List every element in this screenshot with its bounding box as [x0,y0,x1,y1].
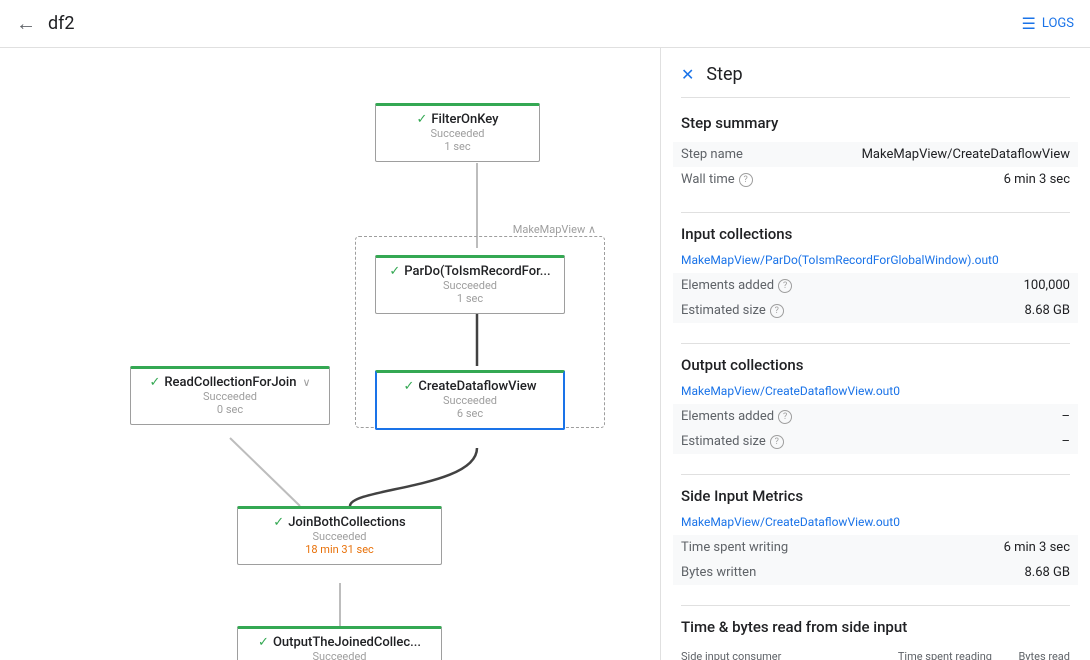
makemapview-label: MakeMapView ∧ [513,223,596,236]
check-icon-pardo: ✓ [389,264,400,279]
check-icon: ✓ [416,112,427,127]
output-collection-name: MakeMapView/CreateDataflowView.out0 [681,384,1070,398]
step-name-label: Step name [681,147,862,162]
input-collection-name: MakeMapView/ParDo(ToIsmRecordForGlobalWi… [681,253,1070,267]
bytes-written-label: Bytes written [681,565,1024,580]
time-spent-writing-row: Time spent writing 6 min 3 sec [673,535,1078,560]
step-name-row: Step name MakeMapView/CreateDataflowView [673,142,1078,167]
logs-button[interactable]: ☰ LOGS [1022,14,1074,33]
page-title: df2 [48,13,1022,34]
check-icon-read: ✓ [149,375,160,390]
out-estimated-size-label: Estimated size ? [681,434,1061,449]
step-summary-title: Step summary [681,114,1070,132]
side-input-table: Side input consumer Time spent reading B… [681,646,1070,660]
check-icon-create: ✓ [403,379,414,394]
input-collections-title: Input collections [681,225,1070,243]
out-estimated-size-value: – [1061,434,1070,449]
out-elements-added-value: – [1061,409,1070,424]
close-button[interactable]: ✕ [681,65,694,84]
divider-1 [681,212,1070,213]
side-input-collection: MakeMapView/CreateDataflowView.out0 [681,515,1070,529]
main-content: MakeMapView ∧ ✓ FilterOnKey Succeeded 1 … [0,48,1090,660]
header: ← df2 ☰ LOGS [0,0,1090,48]
divider-3 [681,474,1070,475]
estimated-size-value: 8.68 GB [1024,303,1070,318]
side-input-section: Side Input Metrics MakeMapView/CreateDat… [681,487,1070,585]
step-panel: ✕ Step Step summary Step name MakeMapVie… [660,48,1090,660]
elements-added-value: 100,000 [1024,278,1070,293]
out-elements-added-row: Elements added ? – [673,404,1078,429]
bytes-written-value: 8.68 GB [1024,565,1070,580]
out-estimated-size-row: Estimated size ? – [673,429,1078,454]
step-header: ✕ Step [681,64,1070,98]
time-spent-writing-label: Time spent writing [681,540,1004,555]
time-bytes-section: Time & bytes read from side input Side i… [681,618,1070,660]
divider-4 [681,605,1070,606]
step-name-value: MakeMapView/CreateDataflowView [862,147,1070,162]
time-spent-writing-value: 6 min 3 sec [1004,540,1070,555]
elements-added-row: Elements added ? 100,000 [673,273,1078,298]
estimated-size-help-icon[interactable]: ? [770,304,784,318]
logs-label: LOGS [1042,16,1074,31]
node-createdataflowview[interactable]: ✓ CreateDataflowView Succeeded 6 sec [375,370,565,430]
out-elements-help-icon[interactable]: ? [778,410,792,424]
wall-time-help-icon[interactable]: ? [739,173,753,187]
node-pardo[interactable]: ✓ ParDo(ToIsmRecordFor... Succeeded 1 se… [375,255,565,314]
input-collections-section: Input collections MakeMapView/ParDo(ToIs… [681,225,1070,323]
estimated-size-row: Estimated size ? 8.68 GB [673,298,1078,323]
out-elements-added-label: Elements added ? [681,409,1061,424]
wall-time-value: 6 min 3 sec [1004,172,1070,187]
out-estimated-size-help-icon[interactable]: ? [770,435,784,449]
col-bytes-read: Bytes read [992,646,1070,660]
wall-time-label: Wall time ? [681,172,1004,187]
elements-added-label: Elements added ? [681,278,1024,293]
node-filteronkey[interactable]: ✓ FilterOnKey Succeeded 1 sec [375,103,540,162]
graph-area[interactable]: MakeMapView ∧ ✓ FilterOnKey Succeeded 1 … [0,48,660,660]
time-bytes-title: Time & bytes read from side input [681,618,1070,636]
node-readcollection[interactable]: ✓ ReadCollectionForJoin ∨ Succeeded 0 se… [130,366,330,425]
node-joinboth[interactable]: ✓ JoinBothCollections Succeeded 18 min 3… [237,506,442,565]
node-output[interactable]: ✓ OutputTheJoinedCollec... Succeeded 18 … [237,626,442,660]
estimated-size-label: Estimated size ? [681,303,1024,318]
back-button[interactable]: ← [16,11,36,36]
check-icon-join: ✓ [273,515,284,530]
wall-time-row: Wall time ? 6 min 3 sec [673,167,1078,192]
logs-icon: ☰ [1022,14,1036,33]
expand-icon[interactable]: ∨ [302,376,310,389]
output-collections-title: Output collections [681,356,1070,374]
output-collections-section: Output collections MakeMapView/CreateDat… [681,356,1070,454]
side-input-title: Side Input Metrics [681,487,1070,505]
step-summary-section: Step summary Step name MakeMapView/Creat… [681,114,1070,192]
elements-added-help-icon[interactable]: ? [778,279,792,293]
bytes-written-row: Bytes written 8.68 GB [673,560,1078,585]
check-icon-output: ✓ [258,635,269,650]
step-panel-title: Step [706,64,742,85]
col-consumer: Side input consumer [681,646,853,660]
col-time-reading: Time spent reading [853,646,992,660]
divider-2 [681,343,1070,344]
